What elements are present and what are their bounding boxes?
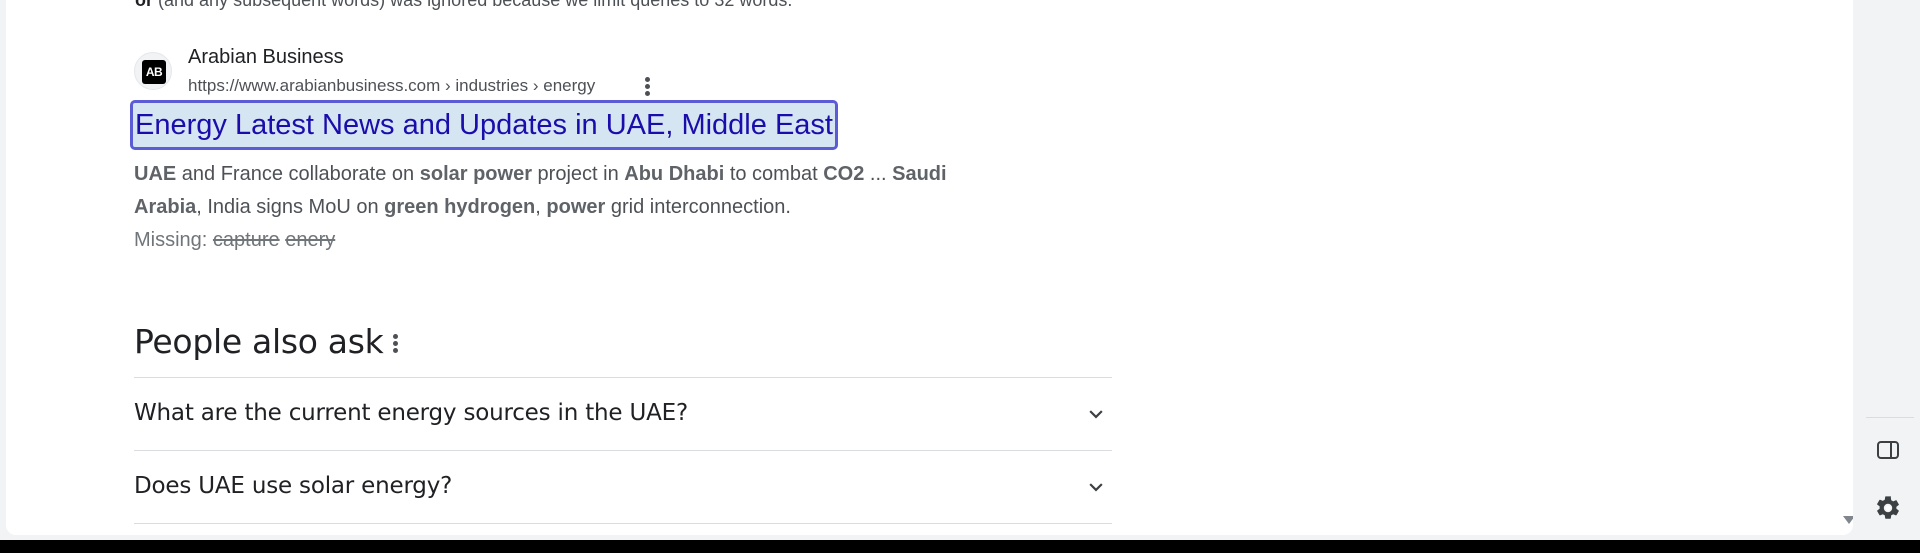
divider: [134, 523, 1112, 524]
snippet-bold-term: UAE: [134, 163, 177, 185]
snippet-bold-term: green hydrogen: [384, 196, 536, 218]
gear-icon[interactable]: [1874, 494, 1902, 522]
search-results-page: or (and any subsequent words) was ignore…: [6, 0, 1853, 535]
result-url[interactable]: https://www.arabianbusiness.com › indust…: [188, 76, 595, 96]
result-snippet-line-2: Arabia, India signs MoU on green hydroge…: [134, 196, 791, 219]
snippet-bold-term: solar power: [419, 163, 532, 185]
browser-viewport: or (and any subsequent words) was ignore…: [0, 0, 1920, 540]
missing-word: capture: [212, 229, 280, 251]
favicon-logo: AB: [142, 60, 166, 84]
side-panel-icon[interactable]: [1874, 436, 1902, 464]
more-vert-icon[interactable]: [640, 76, 654, 98]
missing-word: enery: [285, 229, 336, 251]
snippet-bold-term: power: [546, 196, 606, 218]
result-site-name[interactable]: Arabian Business: [188, 46, 344, 69]
paa-question[interactable]: Does UAE use solar energy?: [134, 451, 1112, 523]
chevron-down-icon: [1089, 410, 1103, 419]
result-title-link[interactable]: Energy Latest News and Updates in UAE, M…: [130, 100, 838, 150]
paa-question-text: What are the current energy sources in t…: [134, 400, 688, 426]
query-limit-notice: or (and any subsequent words) was ignore…: [135, 0, 792, 11]
result-snippet-line-1: UAE and France collaborate on solar powe…: [134, 163, 947, 186]
ignored-word: or: [135, 0, 153, 10]
paa-question[interactable]: What are the current energy sources in t…: [134, 378, 1112, 450]
snippet-bold-term: Saudi: [892, 163, 947, 185]
snippet-bold-term: CO2: [823, 163, 865, 185]
site-favicon[interactable]: AB: [134, 52, 172, 90]
snippet-text: ,: [535, 196, 547, 218]
more-vert-icon[interactable]: [388, 333, 402, 355]
snippet-text: grid interconnection.: [605, 196, 791, 218]
snippet-text: project in: [532, 163, 625, 185]
snippet-bold-term: Arabia: [134, 196, 197, 218]
scroll-down-arrow-icon[interactable]: [1842, 514, 1853, 526]
people-also-ask-heading: People also ask: [134, 322, 384, 361]
chevron-down-icon: [1089, 483, 1103, 492]
snippet-text: , India signs MoU on: [196, 196, 385, 218]
paa-question-text: Does UAE use solar energy?: [134, 473, 453, 499]
snippet-text: and France collaborate on: [176, 163, 420, 185]
snippet-text: to combat: [724, 163, 824, 185]
missing-label: Missing:: [134, 229, 208, 251]
snippet-bold-term: Abu Dhabi: [624, 163, 725, 185]
snippet-text: ...: [864, 163, 893, 185]
query-limit-text: (and any subsequent words) was ignored b…: [158, 0, 793, 10]
divider: [1866, 417, 1914, 418]
result-missing-terms: Missing: capture enery: [134, 229, 335, 252]
